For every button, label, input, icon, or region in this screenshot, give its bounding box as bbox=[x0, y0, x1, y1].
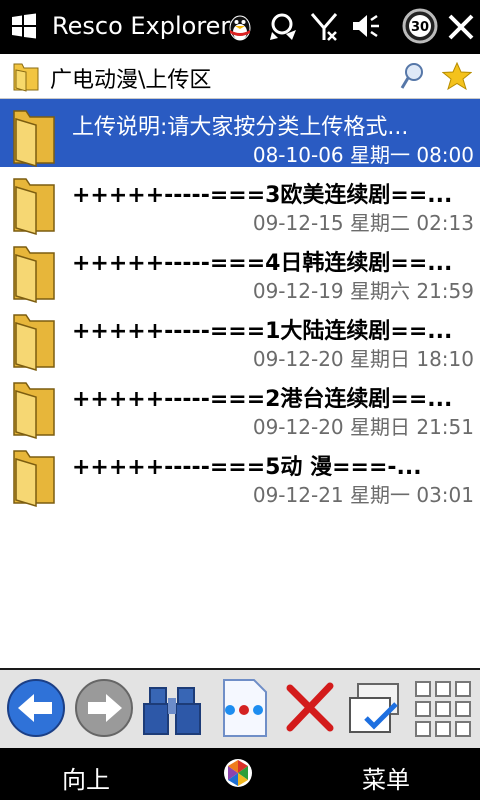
file-name: +++++-----===4日韩连续剧==... bbox=[72, 251, 453, 276]
close-icon[interactable] bbox=[446, 12, 476, 42]
file-date: 09-12-20 星期日 18:10 bbox=[252, 347, 474, 371]
file-date: 09-12-21 星期一 03:01 bbox=[252, 483, 474, 507]
folder-icon bbox=[13, 314, 55, 371]
favorite-star-icon[interactable] bbox=[442, 62, 472, 90]
file-date: 09-12-19 星期六 21:59 bbox=[252, 279, 474, 303]
windows-logo-icon[interactable] bbox=[10, 12, 38, 40]
list-item[interactable]: +++++-----===5动 漫===-... 09-12-21 星期一 03… bbox=[0, 439, 480, 507]
file-name: +++++-----===5动 漫===-... bbox=[72, 455, 422, 480]
battery-30-icon[interactable]: 30 bbox=[402, 8, 438, 44]
list-item[interactable]: +++++-----===4日韩连续剧==... 09-12-19 星期六 21… bbox=[0, 235, 480, 303]
path-bar: 广电动漫\上传区 bbox=[0, 54, 480, 99]
list-item[interactable]: +++++-----===1大陆连续剧==... 09-12-20 星期日 18… bbox=[0, 303, 480, 371]
search-icon[interactable] bbox=[400, 62, 426, 90]
sync-icon[interactable] bbox=[268, 10, 300, 42]
folder-icon bbox=[13, 110, 55, 167]
list-item[interactable]: +++++-----===3欧美连续剧==... 09-12-15 星期二 02… bbox=[0, 167, 480, 235]
no-signal-icon[interactable] bbox=[308, 10, 340, 42]
file-name: +++++-----===2港台连续剧==... bbox=[72, 387, 453, 412]
app-title: Resco Explorer bbox=[52, 12, 231, 40]
file-name: +++++-----===3欧美连续剧==... bbox=[72, 183, 453, 208]
delete-icon[interactable] bbox=[278, 676, 342, 740]
current-path: 广电动漫\上传区 bbox=[50, 68, 212, 93]
back-arrow-icon[interactable] bbox=[4, 676, 68, 740]
volume-icon[interactable] bbox=[350, 10, 382, 42]
list-item[interactable]: 上传说明:请大家按分类上传格式... 08-10-06 星期一 08:00 bbox=[0, 99, 480, 167]
start-menu-icon[interactable] bbox=[222, 756, 254, 790]
softkey-up[interactable]: 向上 bbox=[62, 760, 110, 795]
folder-icon bbox=[13, 246, 55, 303]
view-grid-icon[interactable] bbox=[412, 676, 476, 740]
properties-icon[interactable] bbox=[210, 676, 274, 740]
file-name: 上传说明:请大家按分类上传格式... bbox=[72, 115, 409, 140]
qq-penguin-icon[interactable] bbox=[224, 10, 256, 42]
list-item[interactable]: +++++-----===2港台连续剧==... 09-12-20 星期日 21… bbox=[0, 371, 480, 439]
file-date: 08-10-06 星期一 08:00 bbox=[252, 143, 474, 167]
file-date: 09-12-15 星期二 02:13 bbox=[252, 211, 474, 235]
softkey-menu[interactable]: 菜单 bbox=[362, 760, 410, 795]
folder-icon bbox=[13, 382, 55, 439]
folder-icon bbox=[13, 450, 55, 507]
binoculars-icon[interactable] bbox=[140, 676, 204, 740]
folder-icon bbox=[13, 178, 55, 235]
status-bar: Resco Explorer 30 bbox=[0, 0, 480, 54]
folder-icon[interactable] bbox=[12, 60, 40, 92]
battery-badge: 30 bbox=[411, 20, 429, 35]
forward-arrow-icon[interactable] bbox=[72, 676, 136, 740]
multiselect-icon[interactable] bbox=[344, 676, 408, 740]
file-date: 09-12-20 星期日 21:51 bbox=[252, 415, 474, 439]
toolbar bbox=[0, 668, 480, 750]
file-name: +++++-----===1大陆连续剧==... bbox=[72, 319, 453, 344]
softkey-bar: 向上 菜单 bbox=[0, 748, 480, 800]
